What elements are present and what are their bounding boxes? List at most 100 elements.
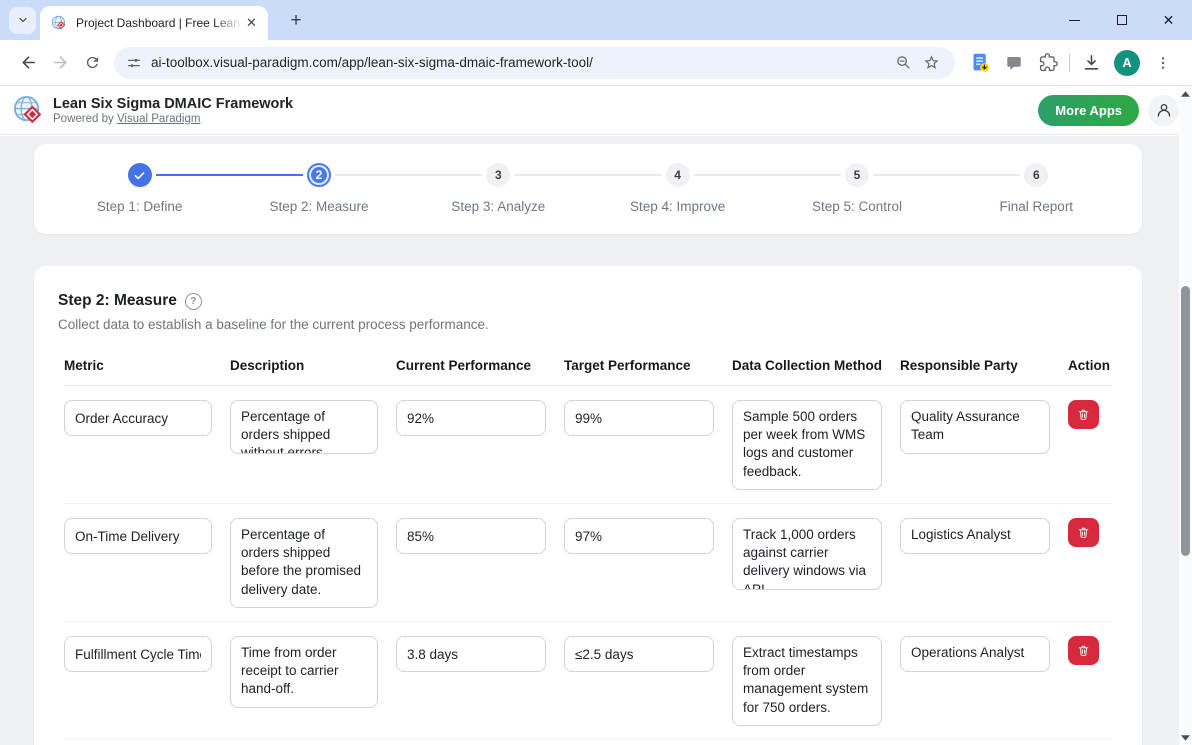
reload-icon xyxy=(84,54,101,71)
col-header-target-performance: Target Performance xyxy=(564,358,732,373)
scrollbar-thumb[interactable] xyxy=(1181,286,1190,556)
three-dots-icon xyxy=(1155,55,1171,71)
stepper-card: Step 1: Define 2 Step 2: Measure 3 Step … xyxy=(34,144,1142,234)
back-button[interactable] xyxy=(12,47,44,79)
trash-icon xyxy=(1077,408,1090,421)
browser-menu-button[interactable] xyxy=(1146,47,1180,79)
metric-input[interactable] xyxy=(64,636,212,672)
reload-button[interactable] xyxy=(76,47,108,79)
col-header-current-performance: Current Performance xyxy=(396,358,564,373)
powered-by: Powered by Visual Paradigm xyxy=(53,113,1038,125)
table-row: Time from order receipt to carrier hand-… xyxy=(64,622,1112,740)
window-minimize-button[interactable] xyxy=(1051,0,1098,40)
responsible-party-input[interactable]: Operations Analyst xyxy=(900,636,1050,672)
data-collection-method-input[interactable]: Sample 500 orders per week from WMS logs… xyxy=(732,400,882,490)
stepper-step-final-report: 6 Final Report xyxy=(947,163,1126,214)
browser-profile-avatar[interactable]: A xyxy=(1114,50,1140,76)
extensions-puzzle-icon[interactable] xyxy=(1031,47,1065,79)
step-5-label[interactable]: Step 5: Control xyxy=(767,199,946,214)
forward-button[interactable] xyxy=(44,47,76,79)
chevron-down-icon xyxy=(17,14,29,26)
responsible-party-input[interactable]: Quality Assurance Team xyxy=(900,400,1050,454)
step-3-circle[interactable]: 3 xyxy=(486,163,510,187)
step-6-circle[interactable]: 6 xyxy=(1024,163,1048,187)
step-3-label[interactable]: Step 3: Analyze xyxy=(409,199,588,214)
table-row: Percentage of orders shipped without err… xyxy=(64,386,1112,504)
extension-comment-icon[interactable] xyxy=(997,47,1031,79)
forward-arrow-icon xyxy=(51,53,70,72)
browser-toolbar: ai-toolbox.visual-paradigm.com/app/lean-… xyxy=(0,40,1192,86)
description-input[interactable]: Time from order receipt to carrier hand-… xyxy=(230,636,378,708)
app-header: Lean Six Sigma DMAIC Framework Powered b… xyxy=(0,86,1192,135)
step-1-label[interactable]: Step 1: Define xyxy=(50,199,229,214)
tab-search-button[interactable] xyxy=(9,7,36,34)
scrollbar-up-arrow[interactable] xyxy=(1179,87,1192,100)
col-header-data-collection-method: Data Collection Method xyxy=(732,358,900,373)
section-title: Step 2: Measure xyxy=(58,292,177,310)
url-text[interactable]: ai-toolbox.visual-paradigm.com/app/lean-… xyxy=(151,55,889,70)
bookmark-star-icon[interactable] xyxy=(917,49,945,77)
tab-close-icon[interactable]: ✕ xyxy=(243,15,260,32)
data-collection-method-input[interactable]: Extract timestamps from order management… xyxy=(732,636,882,726)
more-apps-button[interactable]: More Apps xyxy=(1038,95,1139,126)
delete-row-button[interactable] xyxy=(1068,400,1099,429)
responsible-party-input[interactable]: Logistics Analyst xyxy=(900,518,1050,554)
help-icon[interactable]: ? xyxy=(185,293,202,310)
table-row: Percentage of orders shipped before the … xyxy=(64,504,1112,622)
person-icon xyxy=(1155,101,1173,119)
description-input[interactable]: Percentage of orders shipped without err… xyxy=(230,400,378,454)
measure-card: Step 2: Measure ? Collect data to establ… xyxy=(34,266,1142,745)
site-settings-icon[interactable] xyxy=(126,55,142,71)
check-icon xyxy=(133,169,146,182)
page-content: Step 1: Define 2 Step 2: Measure 3 Step … xyxy=(0,136,1192,745)
step-1-circle[interactable] xyxy=(128,163,152,187)
extension-doc-offline-icon[interactable] xyxy=(963,47,997,79)
delete-row-button[interactable] xyxy=(1068,518,1099,547)
dmaic-stepper: Step 1: Define 2 Step 2: Measure 3 Step … xyxy=(50,163,1126,214)
step-6-label[interactable]: Final Report xyxy=(947,199,1126,214)
page-scrollbar xyxy=(1179,86,1192,745)
trash-icon xyxy=(1077,526,1090,539)
current-performance-input[interactable] xyxy=(396,636,546,672)
target-performance-input[interactable] xyxy=(564,518,714,554)
metric-input[interactable] xyxy=(64,518,212,554)
col-header-metric: Metric xyxy=(64,358,230,373)
metrics-table: Metric Description Current Performance T… xyxy=(58,358,1118,745)
app-title-block: Lean Six Sigma DMAIC Framework Powered b… xyxy=(53,95,1038,125)
scrollbar-down-arrow[interactable] xyxy=(1179,731,1192,744)
current-performance-input[interactable] xyxy=(396,518,546,554)
zoom-level-icon[interactable] xyxy=(889,49,917,77)
current-performance-input[interactable] xyxy=(396,400,546,436)
data-collection-method-input[interactable]: Track 1,000 orders against carrier deliv… xyxy=(732,518,882,590)
toolbar-divider xyxy=(1069,54,1070,72)
visual-paradigm-favicon xyxy=(51,15,68,32)
step-2-label[interactable]: Step 2: Measure xyxy=(229,199,408,214)
col-header-responsible-party: Responsible Party xyxy=(900,358,1068,373)
browser-titlebar: Project Dashboard | Free Lean S ✕ + ✕ xyxy=(0,0,1192,40)
step-5-circle[interactable]: 5 xyxy=(845,163,869,187)
target-performance-input[interactable] xyxy=(564,636,714,672)
target-performance-input[interactable] xyxy=(564,400,714,436)
browser-tab[interactable]: Project Dashboard | Free Lean S ✕ xyxy=(40,6,268,40)
col-header-description: Description xyxy=(230,358,396,373)
stepper-step-define: Step 1: Define xyxy=(50,163,229,214)
maximize-icon xyxy=(1117,15,1127,25)
step-2-circle[interactable]: 2 xyxy=(307,163,331,187)
window-close-button[interactable]: ✕ xyxy=(1145,0,1192,40)
window-maximize-button[interactable] xyxy=(1098,0,1145,40)
metric-input[interactable] xyxy=(64,400,212,436)
step-4-label[interactable]: Step 4: Improve xyxy=(588,199,767,214)
window-controls: ✕ xyxy=(1051,0,1192,40)
minimize-icon xyxy=(1069,20,1080,21)
stepper-step-measure: 2 Step 2: Measure xyxy=(229,163,408,214)
visual-paradigm-link[interactable]: Visual Paradigm xyxy=(117,113,201,125)
new-tab-button[interactable]: + xyxy=(284,9,308,33)
address-bar[interactable]: ai-toolbox.visual-paradigm.com/app/lean-… xyxy=(114,47,955,79)
tab-title: Project Dashboard | Free Lean S xyxy=(76,16,243,30)
delete-row-button[interactable] xyxy=(1068,636,1099,665)
stepper-step-control: 5 Step 5: Control xyxy=(767,163,946,214)
downloads-button[interactable] xyxy=(1074,47,1108,79)
step-4-circle[interactable]: 4 xyxy=(666,163,690,187)
user-account-button[interactable] xyxy=(1148,95,1179,126)
description-input[interactable]: Percentage of orders shipped before the … xyxy=(230,518,378,608)
